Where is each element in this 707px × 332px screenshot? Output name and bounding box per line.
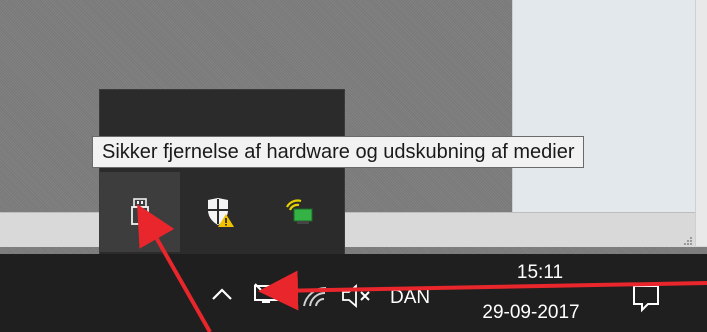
background-window [512, 0, 696, 212]
clock[interactable]: 15:11 29-09-2017 [468, 261, 594, 327]
clock-time: 15:11 [516, 262, 564, 283]
tray-item-network-status[interactable] [260, 172, 340, 252]
usb-eject-icon [131, 198, 153, 225]
language-indicator[interactable]: DAN [390, 287, 430, 309]
hidden-icons-flyout [99, 89, 345, 257]
network-monitor-icon[interactable] [252, 282, 280, 306]
wifi-icon[interactable] [301, 284, 329, 308]
action-center-icon[interactable] [631, 283, 661, 313]
tooltip: Sikker fjernelse af hardware og udskubni… [92, 136, 585, 168]
clock-date: 29-09-2017 [482, 302, 580, 323]
resize-grip-icon[interactable] [683, 236, 693, 246]
volume-muted-icon[interactable] [340, 283, 374, 309]
tooltip-text: Sikker fjernelse af hardware og udskubni… [102, 140, 575, 163]
show-hidden-icons-chevron[interactable] [211, 287, 233, 301]
tray-item-safely-remove-hardware[interactable] [100, 172, 180, 252]
windows-defender-warning-icon [208, 198, 234, 227]
network-status-icon [286, 199, 313, 224]
tray-item-windows-defender[interactable] [180, 172, 260, 252]
window-edge [695, 0, 707, 246]
